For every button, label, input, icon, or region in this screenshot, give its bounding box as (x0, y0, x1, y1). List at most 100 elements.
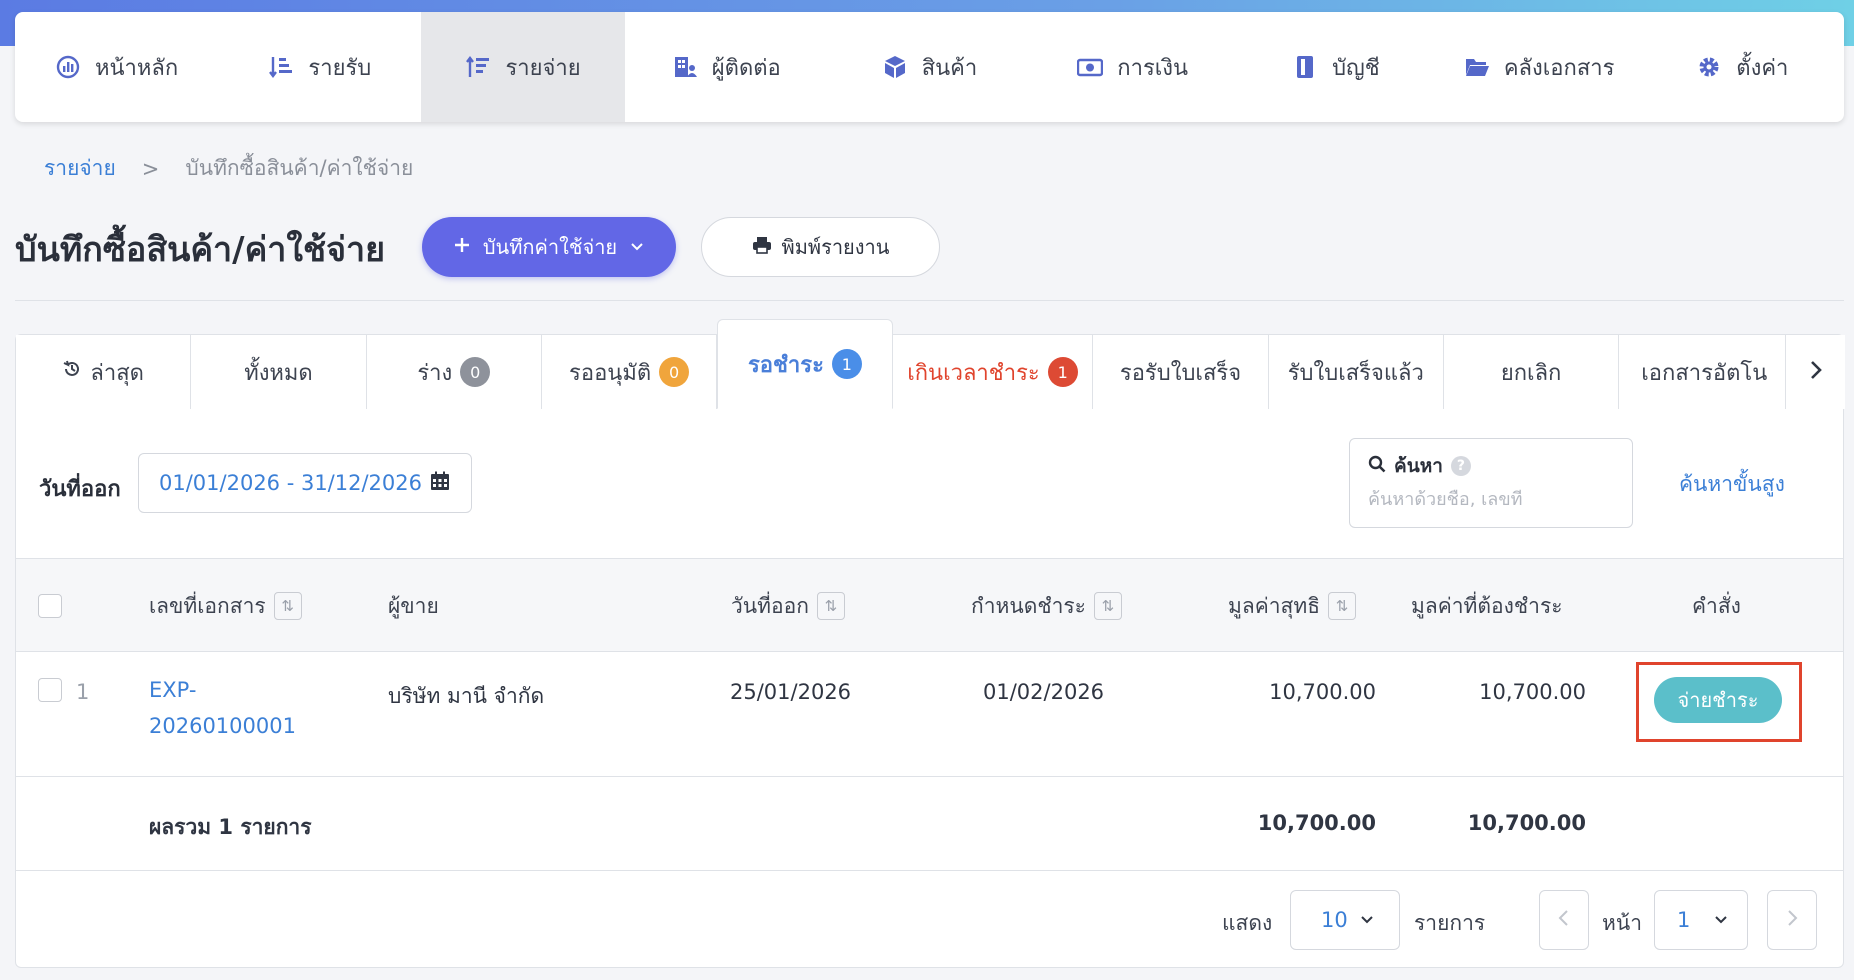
nav-item-accounting[interactable]: บัญชี (1234, 12, 1437, 122)
breadcrumb: รายจ่าย > บันทึกซื้อสินค้า/ค่าใช้จ่าย (44, 152, 413, 185)
date-range-value: 01/01/2026 - 31/12/2026 (159, 471, 423, 495)
nav-label: รายรับ (308, 55, 372, 81)
nav-item-contacts[interactable]: ผู้ติดต่อ (625, 12, 828, 122)
tab-awaiting-payment[interactable]: รอชำระ 1 (717, 319, 893, 409)
tab-latest-label: ล่าสุด (90, 360, 144, 386)
awaiting-payment-count-badge: 1 (831, 349, 862, 379)
column-actions-label: คำสั่ง (1692, 593, 1741, 618)
main-nav: หน้าหลัก รายรับ รายจ่าย ผู้ติดต่อ สินค้า… (15, 12, 1844, 122)
issue-date-filter-label: วันที่ออก (39, 477, 121, 502)
nav-item-dashboard[interactable]: หน้าหลัก (15, 12, 218, 122)
total-label: ผลรวม 1 รายการ (149, 815, 312, 839)
nav-item-finance[interactable]: การเงิน (1031, 12, 1234, 122)
vendor-cell: บริษัท มานี จำกัด (388, 684, 545, 708)
next-page-button[interactable] (1767, 890, 1817, 950)
breadcrumb-separator: > (141, 156, 160, 181)
page-value: 1 (1677, 908, 1691, 932)
gear-icon (1696, 54, 1722, 80)
select-all-checkbox[interactable] (38, 594, 62, 618)
chevron-down-icon (1713, 908, 1729, 932)
column-net-value[interactable]: มูลค่าสุทธิ ⇅ (1228, 559, 1357, 653)
row-index: 1 (76, 680, 90, 704)
column-vendor: ผู้ขาย (388, 559, 439, 653)
sort-icon[interactable]: ⇅ (816, 592, 845, 620)
items-label: รายการ (1414, 911, 1486, 935)
nav-item-income[interactable]: รายรับ (218, 12, 421, 122)
nav-item-products[interactable]: สินค้า (828, 12, 1031, 122)
column-due-date-label: กำหนดชำระ (971, 593, 1086, 618)
advanced-search-link[interactable]: ค้นหาขั้นสูง (1679, 468, 1785, 501)
nav-label: บัญชี (1332, 55, 1380, 81)
breadcrumb-link-expense[interactable]: รายจ่าย (44, 152, 116, 185)
tab-overdue[interactable]: เกินเวลาชำระ 1 (892, 335, 1094, 409)
column-actions: คำสั่ง (1692, 559, 1741, 653)
sort-icon[interactable]: ⇅ (1328, 592, 1357, 620)
previous-page-button[interactable] (1539, 890, 1589, 950)
document-list-panel: ล่าสุด ทั้งหมด ร่าง 0 รออนุมัติ 0 รอชำระ… (15, 319, 1845, 968)
tab-pending-approval[interactable]: รออนุมัติ 0 (541, 335, 718, 409)
tab-receipt-received-label: รับใบเสร็จแล้ว (1287, 360, 1424, 386)
tab-latest[interactable]: ล่าสุด (16, 335, 192, 409)
print-report-button[interactable]: พิมพ์รายงาน (701, 217, 940, 277)
page-title: บันทึกซื้อสินค้า/ค่าใช้จ่าย (15, 230, 386, 270)
nav-item-documents[interactable]: คลังเอกสาร (1438, 12, 1641, 122)
print-report-label: พิมพ์รายงาน (781, 235, 890, 259)
tab-awaiting-receipt[interactable]: รอรับใบเสร็จ (1093, 335, 1269, 409)
doc-no-link-line1[interactable]: EXP- (149, 672, 296, 708)
sort-icon[interactable]: ⇅ (273, 592, 302, 620)
help-icon[interactable]: ? (1450, 456, 1471, 476)
tabs-scroll-right-button[interactable] (1786, 335, 1845, 409)
chevron-left-icon (1557, 908, 1571, 932)
nav-label: สินค้า (921, 55, 978, 81)
tab-cancelled[interactable]: ยกเลิก (1443, 335, 1620, 409)
column-doc-no[interactable]: เลขที่เอกสาร ⇅ (149, 559, 302, 653)
issue-date-cell: 25/01/2026 (730, 680, 852, 704)
tab-receipt-received[interactable]: รับใบเสร็จแล้ว (1268, 335, 1444, 409)
search-header: ค้นหา ? (1368, 451, 1614, 481)
search-input[interactable] (1368, 489, 1608, 510)
expense-sort-icon (465, 54, 491, 80)
row-select-cell (38, 678, 62, 702)
search-icon (1368, 455, 1386, 478)
tab-pending-approval-label: รออนุมัติ (569, 360, 652, 386)
total-amount-due: 10,700.00 (1467, 811, 1586, 835)
page-label: หน้า (1602, 911, 1642, 935)
page-size-value: 10 (1321, 908, 1348, 932)
overdue-count-badge: 1 (1047, 357, 1078, 387)
row-checkbox[interactable] (38, 678, 62, 702)
tab-auto-documents[interactable]: เอกสารอัตโน (1619, 335, 1787, 409)
page-size-select[interactable]: 10 (1290, 890, 1400, 950)
breadcrumb-current: บันทึกซื้อสินค้า/ค่าใช้จ่าย (185, 156, 414, 180)
tab-awaiting-receipt-label: รอรับใบเสร็จ (1119, 360, 1242, 386)
sort-icon[interactable]: ⇅ (1093, 592, 1122, 620)
chevron-down-icon (629, 235, 645, 259)
column-vendor-label: ผู้ขาย (388, 593, 439, 618)
tab-all-label: ทั้งหมด (244, 360, 313, 386)
pay-button[interactable]: จ่ายชำระ (1654, 677, 1782, 723)
income-sort-icon (268, 54, 294, 80)
nav-item-expense[interactable]: รายจ่าย (421, 12, 625, 122)
tab-draft[interactable]: ร่าง 0 (366, 335, 542, 409)
nav-item-settings[interactable]: ตั้งค่า (1641, 12, 1844, 122)
pending-approval-count-badge: 0 (659, 357, 690, 387)
printer-icon (752, 235, 772, 260)
folder-open-icon (1464, 54, 1490, 80)
total-net-value: 10,700.00 (1257, 811, 1376, 835)
history-icon (62, 359, 82, 385)
search-box[interactable]: ค้นหา ? (1349, 438, 1633, 528)
table-header: เลขที่เอกสาร ⇅ ผู้ขาย วันที่ออก ⇅ กำหนดช… (16, 558, 1843, 652)
doc-no-link-line2[interactable]: 20260100001 (149, 708, 296, 744)
column-issue-date[interactable]: วันที่ออก ⇅ (731, 559, 845, 653)
add-expense-button[interactable]: บันทึกค่าใช้จ่าย (422, 217, 676, 277)
column-amount-due: มูลค่าที่ต้องชำระ (1411, 559, 1563, 653)
nav-label: รายจ่าย (505, 55, 581, 81)
date-range-picker[interactable]: 01/01/2026 - 31/12/2026 (138, 453, 472, 513)
doc-no-cell: EXP- 20260100001 (149, 672, 296, 744)
page-select[interactable]: 1 (1654, 890, 1748, 950)
tab-all[interactable]: ทั้งหมด (191, 335, 367, 409)
nav-label: ผู้ติดต่อ (711, 55, 781, 81)
column-due-date[interactable]: กำหนดชำระ ⇅ (971, 559, 1122, 653)
add-expense-label: บันทึกค่าใช้จ่าย (482, 235, 618, 259)
nav-label: ตั้งค่า (1736, 55, 1789, 81)
plus-icon (453, 235, 471, 259)
